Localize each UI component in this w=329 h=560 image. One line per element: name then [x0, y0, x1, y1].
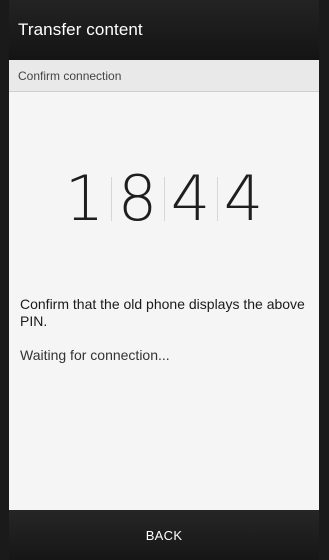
pin-digit-4: 4: [223, 162, 264, 235]
bottom-bar: BACK: [9, 510, 319, 560]
pin-digit-3: 4: [170, 162, 211, 235]
content-area: 1 8 4 4 Confirm that the old phone displ…: [9, 92, 319, 510]
pin-digit-1: 1: [64, 162, 105, 235]
pin-digit-2: 8: [117, 162, 158, 235]
app-screen: Transfer content Confirm connection 1 8 …: [9, 0, 319, 560]
section-title: Confirm connection: [18, 68, 122, 83]
instruction-text: Confirm that the old phone displays the …: [20, 296, 305, 329]
section-header: Confirm connection: [9, 60, 319, 92]
app-title: Transfer content: [18, 20, 143, 39]
app-bar: Transfer content: [9, 0, 319, 60]
pin-display: 1 8 4 4: [9, 164, 319, 234]
back-button[interactable]: BACK: [146, 528, 183, 543]
status-text: Waiting for connection...: [20, 347, 170, 363]
